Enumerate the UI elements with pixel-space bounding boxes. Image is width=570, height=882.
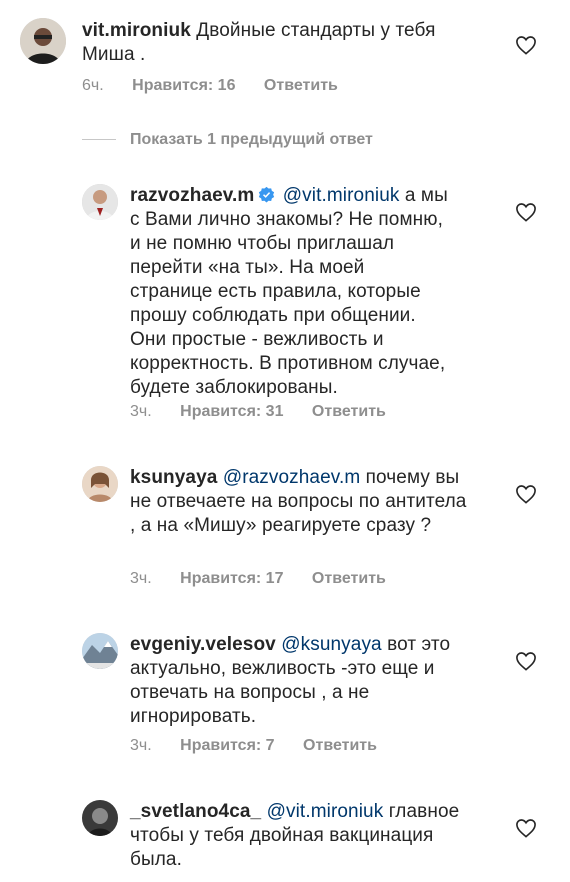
timestamp: 3ч.	[130, 737, 152, 754]
heart-outline-icon[interactable]	[515, 818, 537, 838]
comment-meta: 3ч. Нравится: 31 Ответить	[130, 402, 410, 422]
show-previous-label: Показать 1 предыдущий ответ	[130, 131, 373, 148]
likes-count[interactable]: Нравится: 16	[132, 77, 235, 94]
comment-text: evgeniy.velesov @ksunyaya вот это актуал…	[130, 633, 470, 729]
mention-link[interactable]: @razvozhaev.m	[223, 467, 360, 488]
heart-outline-icon[interactable]	[515, 484, 537, 504]
likes-count[interactable]: Нравится: 17	[180, 570, 283, 587]
mention-link[interactable]: @ksunyaya	[281, 634, 381, 655]
comment-text: ksunyaya @razvozhaev.m почему вы не отве…	[130, 466, 470, 538]
username[interactable]: razvozhaev.m	[130, 185, 254, 206]
comment-text: vit.mironiuk Двойные стандарты у тебя Ми…	[82, 19, 482, 67]
reply-button[interactable]: Ответить	[264, 77, 338, 94]
comment-body: а мы с Вами лично знакомы? Не помню, и н…	[130, 185, 448, 398]
comment-meta: 6ч. Нравится: 16 Ответить	[82, 76, 362, 96]
likes-count[interactable]: Нравится: 7	[180, 737, 274, 754]
mention-link[interactable]: @vit.mironiuk	[267, 801, 384, 822]
heart-outline-icon[interactable]	[515, 651, 537, 671]
heart-outline-icon[interactable]	[515, 35, 537, 55]
avatar[interactable]	[20, 18, 66, 64]
comment-meta: 3ч. Нравится: 17 Ответить	[130, 569, 410, 589]
comment-text: razvozhaev.m @vit.mironiuk а мы с Вами л…	[130, 184, 450, 400]
reply-button[interactable]: Ответить	[312, 570, 386, 587]
comment-text: _svetlano4ca_ @vit.mironiuk главное чтоб…	[130, 800, 480, 872]
comment-meta: 3ч. Нравится: 7 Ответить	[130, 736, 401, 756]
heart-outline-icon[interactable]	[515, 202, 537, 222]
timestamp: 3ч.	[130, 403, 152, 420]
timestamp: 3ч.	[130, 570, 152, 587]
reply-button[interactable]: Ответить	[312, 403, 386, 420]
avatar[interactable]	[82, 184, 118, 220]
likes-count[interactable]: Нравится: 31	[180, 403, 283, 420]
reply-button[interactable]: Ответить	[303, 737, 377, 754]
username[interactable]: _svetlano4ca_	[130, 801, 261, 822]
divider-line	[82, 139, 116, 141]
avatar[interactable]	[82, 466, 118, 502]
avatar[interactable]	[82, 800, 118, 836]
avatar[interactable]	[82, 633, 118, 669]
timestamp: 6ч.	[82, 77, 104, 94]
verified-badge-icon	[259, 186, 275, 203]
mention-link[interactable]: @vit.mironiuk	[283, 185, 400, 206]
show-previous-reply-button[interactable]: Показать 1 предыдущий ответ	[82, 130, 373, 150]
username[interactable]: vit.mironiuk	[82, 20, 191, 41]
username[interactable]: evgeniy.velesov	[130, 634, 276, 655]
username[interactable]: ksunyaya	[130, 467, 217, 488]
